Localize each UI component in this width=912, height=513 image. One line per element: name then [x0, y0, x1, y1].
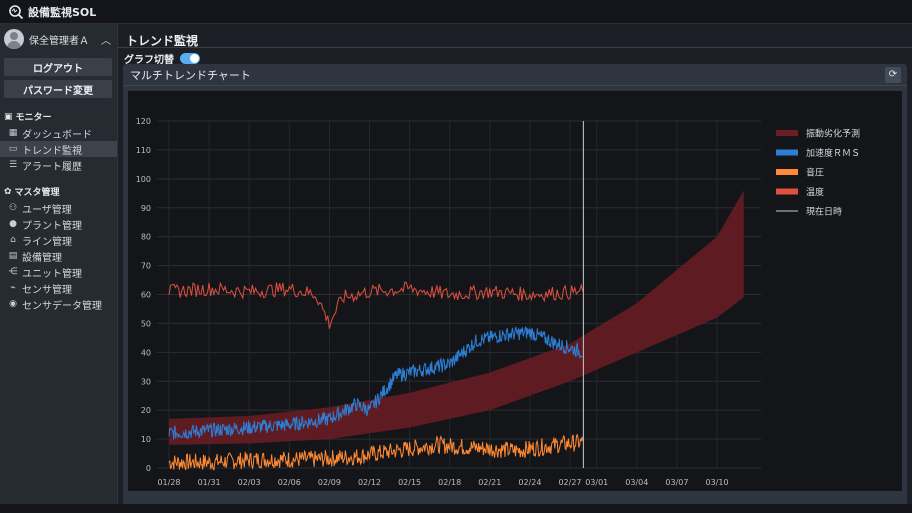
- x-tick-label: 02/21: [478, 478, 501, 487]
- sidebar-item-label: センサ管理: [22, 284, 72, 296]
- title-divider: [118, 47, 912, 48]
- y-tick-label: 20: [141, 406, 151, 415]
- section-monitor: ▣ モニター: [4, 110, 117, 124]
- app-title: 設備監視SOL: [28, 5, 97, 19]
- legend-label: 温度: [806, 186, 824, 198]
- refresh-icon[interactable]: ⟳: [885, 66, 901, 83]
- x-tick-label: 02/03: [238, 478, 261, 487]
- x-tick-label: 02/12: [358, 478, 381, 487]
- sidebar-item-label: アラート履歴: [22, 161, 82, 173]
- legend-label: 加速度ＲＭＳ: [806, 147, 860, 159]
- sidebar-item-users[interactable]: ⚇ ユーザ管理: [0, 200, 117, 216]
- y-tick-label: 80: [141, 233, 151, 242]
- sidebar-item-label: ダッシュボード: [22, 129, 92, 141]
- chart-panel-title: マルチトレンドチャート: [130, 68, 251, 82]
- chevron-up-icon[interactable]: ︿: [101, 32, 111, 47]
- x-tick-label: 03/01: [585, 478, 608, 487]
- pin-icon: ●: [9, 219, 17, 229]
- sidebar-item-label: トレンド監視: [22, 145, 82, 157]
- y-tick-label: 70: [141, 262, 151, 271]
- gear-icon: ✿: [4, 186, 12, 197]
- x-tick-label: 03/10: [706, 478, 729, 487]
- sidebar-item-sensors[interactable]: ⌁ センサ管理: [0, 280, 117, 296]
- series-line-temperature: [168, 281, 584, 329]
- chart-area: 0 10 20 30 40 50 60 70 80 90 100 110 120 01/28 01/31 02…: [128, 91, 902, 491]
- main-content: トレンド監視 グラフ切替 マルチトレンドチャート ⟳ 0 10 20 30 40 50 60…: [118, 24, 912, 513]
- x-tick-label: 02/27: [558, 478, 581, 487]
- grid-icon: ▦: [8, 128, 18, 138]
- x-tick-label: 02/09: [318, 478, 341, 487]
- sidebar-item-lines[interactable]: ⌂ ライン管理: [0, 232, 117, 248]
- x-tick-label: 01/31: [198, 478, 221, 487]
- equipment-icon: ▤: [8, 251, 18, 261]
- y-tick-label: 90: [141, 204, 151, 213]
- legend-label: 振動劣化予測: [806, 128, 860, 140]
- graph-toggle-switch[interactable]: [180, 53, 200, 64]
- sensor-icon: ⌁: [10, 283, 16, 293]
- list-icon: ☰: [8, 160, 18, 170]
- x-tick-label: 01/28: [157, 478, 180, 487]
- sidebar-item-label: ユーザ管理: [22, 204, 72, 216]
- logout-button[interactable]: ログアウト: [4, 58, 112, 76]
- sidebar: 保全管理者Ａ ︿ ログアウト パスワード変更 ▣ モニター ▦ ダッシュボード …: [0, 24, 118, 504]
- top-bar: 設備監視SOL: [0, 0, 912, 24]
- legend-swatch: [776, 149, 798, 156]
- sidebar-item-units[interactable]: ⋲ ユニット管理: [0, 264, 117, 280]
- line-icon: ⌂: [10, 235, 16, 245]
- legend-swatch: [776, 130, 798, 136]
- password-change-button[interactable]: パスワード変更: [4, 80, 112, 98]
- sidebar-item-label: 設備管理: [22, 252, 62, 264]
- user-menu[interactable]: 保全管理者Ａ ︿: [0, 24, 117, 54]
- y-tick-label: 110: [136, 146, 151, 155]
- y-tick-label: 30: [141, 377, 151, 386]
- monitor-icon: ▭: [8, 144, 18, 154]
- signal-icon: ◉: [9, 299, 17, 309]
- section-monitor-label: モニター: [15, 113, 52, 123]
- chart-panel: マルチトレンドチャート ⟳ 0 10 20 30 40 50 60 70 80 90 100 110 1…: [123, 64, 907, 513]
- x-tick-label: 03/04: [625, 478, 648, 487]
- users-icon: ⚇: [8, 203, 18, 213]
- legend-label: 音圧: [806, 167, 824, 179]
- sidebar-item-alerts[interactable]: ☰ アラート履歴: [0, 157, 117, 173]
- prediction-band: [169, 190, 744, 445]
- avatar: [4, 29, 24, 49]
- y-tick-label: 40: [141, 348, 151, 357]
- y-tick-label: 60: [141, 291, 151, 300]
- x-tick-label: 02/06: [278, 478, 301, 487]
- y-tick-label: 120: [136, 117, 151, 126]
- x-tick-label: 03/07: [665, 478, 688, 487]
- y-tick-label: 50: [141, 319, 151, 328]
- monitor-section-icon: ▣: [4, 111, 13, 122]
- sidebar-item-label: センサデータ管理: [22, 300, 102, 312]
- x-tick-label: 02/24: [518, 478, 541, 487]
- section-master-label: マスタ管理: [14, 188, 60, 198]
- trend-chart: 0 10 20 30 40 50 60 70 80 90 100 110 120 01/28 01/31 02…: [136, 117, 860, 487]
- sidebar-item-trend[interactable]: ▭ トレンド監視: [0, 141, 117, 157]
- legend-swatch: [776, 169, 798, 175]
- chart-panel-header: マルチトレンドチャート ⟳: [123, 64, 907, 86]
- sidebar-item-label: ユニット管理: [22, 268, 82, 280]
- y-tick-label: 0: [146, 464, 151, 473]
- legend-label: 現在日時: [806, 206, 842, 218]
- unit-icon: ⋲: [8, 267, 18, 277]
- x-tick-label: 02/18: [438, 478, 461, 487]
- section-master: ✿ マスタ管理: [4, 185, 117, 199]
- sidebar-item-label: プラント管理: [22, 220, 82, 232]
- sidebar-item-equipment[interactable]: ▤ 設備管理: [0, 248, 117, 264]
- bottom-bar: [0, 504, 912, 513]
- user-name: 保全管理者Ａ: [29, 35, 89, 47]
- sidebar-item-dashboard[interactable]: ▦ ダッシュボード: [0, 125, 117, 141]
- sidebar-item-label: ライン管理: [22, 236, 72, 248]
- x-tick-label: 02/15: [398, 478, 421, 487]
- y-tick-label: 100: [136, 175, 151, 184]
- sidebar-item-plants[interactable]: ● プラント管理: [0, 216, 117, 232]
- app-logo-icon: [9, 4, 24, 19]
- legend-swatch: [776, 188, 798, 195]
- sidebar-item-sensor-data[interactable]: ◉ センサデータ管理: [0, 296, 117, 312]
- y-tick-label: 10: [141, 435, 151, 444]
